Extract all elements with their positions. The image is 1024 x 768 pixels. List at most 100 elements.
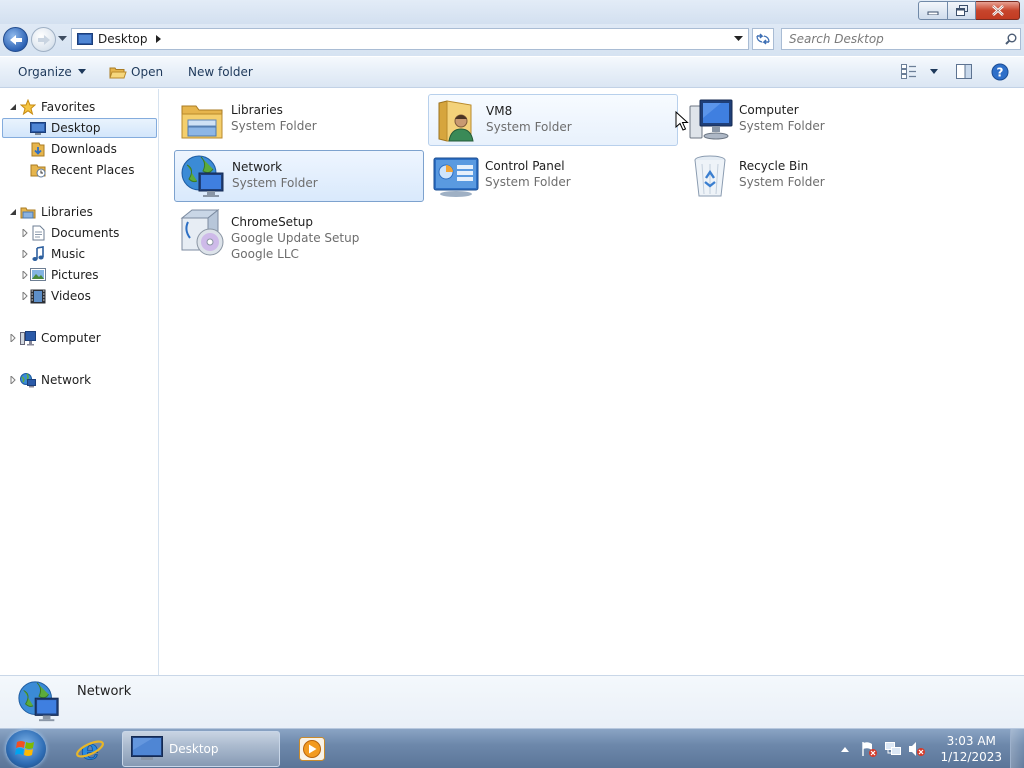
taskbar-media-player[interactable] [290,731,334,767]
search-box[interactable] [781,28,1021,50]
show-hidden-icons-icon[interactable] [840,745,850,753]
svg-text:?: ? [997,66,1004,80]
nav-item-documents[interactable]: Documents [30,223,119,243]
view-details-icon [901,64,916,79]
recent-pages-dropdown-icon[interactable] [58,36,67,42]
expand-arrow-icon[interactable] [9,376,17,384]
breadcrumb-chevron-icon[interactable] [155,35,161,43]
command-bar: Organize Open New folder ? [0,56,1024,88]
network-status-icon[interactable] [884,741,902,757]
search-icon[interactable] [1002,33,1020,45]
item-name: ChromeSetup [231,215,313,229]
item-computer[interactable]: Computer System Folder [682,94,932,146]
music-note-icon [32,246,44,261]
computer-icon [689,99,733,140]
address-bar[interactable]: Desktop [71,28,749,50]
breadcrumb-desktop[interactable]: Desktop [98,32,148,46]
back-button[interactable] [3,27,28,52]
nav-item-label: Pictures [51,268,99,282]
preview-pane-button[interactable] [956,64,972,79]
network-icon [20,372,36,387]
chevron-down-icon[interactable] [929,68,939,75]
help-button[interactable]: ? [991,63,1009,81]
organize-button[interactable]: Organize [18,65,88,79]
nav-item-pictures[interactable]: Pictures [30,265,99,285]
item-type: Google Update Setup [231,231,360,245]
item-type: System Folder [486,120,572,134]
downloads-folder-icon [31,142,45,157]
details-pane: Network [0,675,1024,728]
taskbar-explorer-window[interactable]: Desktop [122,731,280,767]
show-desktop-button[interactable] [1010,729,1024,768]
taskbar-internet-explorer[interactable]: e [68,731,112,767]
collapse-arrow-icon[interactable] [9,103,17,111]
nav-favorites[interactable]: Favorites [20,97,95,117]
nav-computer-label: Computer [41,331,101,345]
nav-item-desktop[interactable]: Desktop [2,118,157,138]
item-chromesetup[interactable]: ChromeSetup Google Update Setup Google L… [174,206,424,266]
title-bar [0,0,1024,24]
item-libraries[interactable]: Libraries System Folder [174,94,424,146]
file-list[interactable]: Libraries System Folder VM8 System Folde… [160,89,1024,675]
open-label: Open [131,65,164,79]
item-name: Network [232,160,283,174]
refresh-button[interactable] [752,28,774,50]
minimize-icon [927,11,939,15]
restore-button[interactable] [948,1,976,20]
preview-pane-icon [956,64,972,79]
nav-network-label: Network [41,373,92,387]
item-network[interactable]: Network System Folder [174,150,424,202]
windows-logo-icon [15,741,34,756]
expand-arrow-icon[interactable] [21,229,29,237]
nav-libraries[interactable]: Libraries [20,202,93,222]
item-recycle-bin[interactable]: Recycle Bin System Folder [682,150,932,202]
nav-item-label: Recent Places [51,163,135,177]
item-control-panel[interactable]: Control Panel System Folder [428,150,678,202]
installer-cd-icon [180,208,224,256]
forward-button[interactable] [31,27,56,52]
new-folder-button[interactable]: New folder [188,65,253,79]
open-button[interactable]: Open [109,65,163,79]
expand-arrow-icon[interactable] [21,250,29,258]
documents-icon [32,225,45,241]
nav-item-music[interactable]: Music [30,244,85,264]
nav-computer[interactable]: Computer [20,328,101,348]
nav-network[interactable]: Network [20,370,91,390]
nav-item-downloads[interactable]: Downloads [30,139,117,159]
item-vm8[interactable]: VM8 System Folder [428,94,678,146]
address-row: Desktop [0,24,1024,56]
chevron-down-icon[interactable] [734,36,743,42]
item-publisher: Google LLC [231,247,299,261]
item-name: Control Panel [485,159,565,173]
recycle-bin-icon [694,155,726,197]
change-view-button[interactable] [901,64,939,79]
start-button[interactable] [6,730,46,768]
taskbar: e Desktop 3:03 AM 1/12/2023 [0,728,1024,768]
minimize-button[interactable] [918,1,948,20]
notification-area [840,729,926,768]
details-item-name: Network [77,684,132,699]
nav-item-label: Music [51,247,86,261]
desktop-icon [30,121,46,135]
libraries-folder-icon [181,105,223,139]
network-globe-icon [18,681,59,722]
desktop-icon [131,736,163,760]
system-clock[interactable]: 3:03 AM 1/12/2023 [940,733,1002,765]
clock-date: 1/12/2023 [940,750,1002,764]
chevron-down-icon [77,69,86,74]
network-globe-icon [181,155,224,197]
nav-item-label: Videos [51,289,91,303]
action-center-flag-icon[interactable] [860,741,878,757]
clock-time: 3:03 AM [946,734,996,748]
volume-muted-icon[interactable] [908,741,926,757]
media-player-icon [299,737,325,761]
collapse-arrow-icon[interactable] [9,208,17,216]
nav-item-videos[interactable]: Videos [30,286,91,306]
search-input[interactable] [782,32,1002,46]
expand-arrow-icon[interactable] [21,292,29,300]
expand-arrow-icon[interactable] [9,334,17,342]
nav-item-recent-places[interactable]: Recent Places [30,160,134,180]
item-name: Computer [739,103,799,117]
expand-arrow-icon[interactable] [21,271,29,279]
close-button[interactable] [976,1,1020,20]
